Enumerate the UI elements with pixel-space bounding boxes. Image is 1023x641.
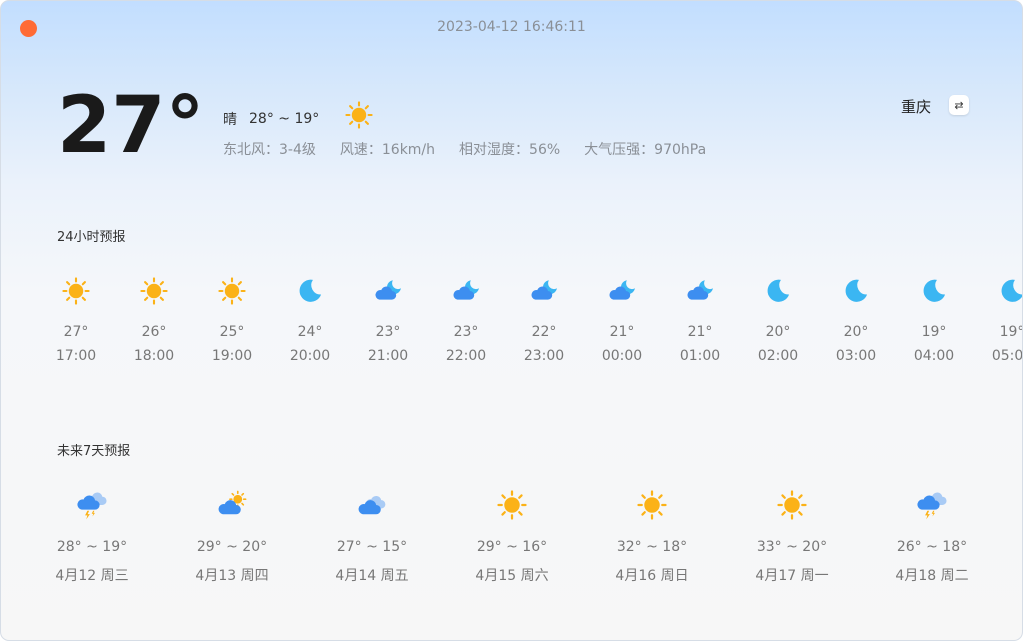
thunderstorm-icon bbox=[862, 487, 1002, 523]
daily-item: 28° ~ 19° 4月12 周三 bbox=[22, 487, 162, 585]
hourly-time: 17:00 bbox=[55, 348, 97, 364]
hourly-time: 05:00 bbox=[991, 348, 1023, 364]
daily-date: 4月13 周四 bbox=[195, 568, 269, 584]
cloudy-night-icon bbox=[349, 273, 427, 309]
sun-icon bbox=[37, 273, 115, 309]
hourly-time: 00:00 bbox=[601, 348, 643, 364]
hourly-time: 23:00 bbox=[523, 348, 565, 364]
hourly-temp: 22° bbox=[531, 324, 557, 340]
hourly-time: 18:00 bbox=[133, 348, 175, 364]
daily-date: 4月16 周日 bbox=[615, 568, 689, 584]
sun-icon bbox=[345, 101, 373, 133]
daily-item: 29° ~ 16° 4月15 周六 bbox=[442, 487, 582, 585]
hourly-temp: 21° bbox=[687, 324, 713, 340]
current-summary: 晴 28° ~ 19° bbox=[223, 101, 373, 133]
hourly-time: 02:00 bbox=[757, 348, 799, 364]
daily-temp-range: 33° ~ 20° bbox=[756, 539, 828, 555]
daily-date: 4月14 周五 bbox=[335, 568, 409, 584]
hourly-item: 27° 17:00 bbox=[37, 273, 115, 364]
hourly-time: 21:00 bbox=[367, 348, 409, 364]
daily-item: 27° ~ 15° 4月14 周五 bbox=[302, 487, 442, 585]
daily-date: 4月17 周一 bbox=[755, 568, 829, 584]
sun-icon bbox=[115, 273, 193, 309]
current-details: 东北风：3-4级 风速：16km/h 相对湿度：56% 大气压强：970hPa bbox=[223, 139, 730, 159]
city-name: 重庆 bbox=[901, 98, 932, 116]
daily-item: 29° ~ 20° 4月13 周四 bbox=[162, 487, 302, 585]
current-temperature: 27° bbox=[57, 81, 205, 171]
daily-temp-range: 27° ~ 15° bbox=[336, 539, 408, 555]
hourly-temp: 24° bbox=[297, 324, 323, 340]
daily-temp-range: 29° ~ 20° bbox=[196, 539, 268, 555]
daily-temp-range: 28° ~ 19° bbox=[56, 539, 128, 555]
hourly-item: 20° 03:00 bbox=[817, 273, 895, 364]
hourly-item: 24° 20:00 bbox=[271, 273, 349, 364]
hourly-item: 23° 22:00 bbox=[427, 273, 505, 364]
daily-item: 33° ~ 20° 4月17 周一 bbox=[722, 487, 862, 585]
hourly-item: 26° 18:00 bbox=[115, 273, 193, 364]
sun-icon bbox=[193, 273, 271, 309]
hourly-temp: 20° bbox=[843, 324, 869, 340]
moon-icon bbox=[973, 273, 1022, 309]
wind-direction: 东北风：3-4级 bbox=[223, 142, 316, 158]
daily-temp-range: 32° ~ 18° bbox=[616, 539, 688, 555]
daily-date: 4月15 周六 bbox=[475, 568, 549, 584]
hourly-temp: 19° bbox=[921, 324, 947, 340]
sun-icon bbox=[442, 487, 582, 523]
moon-icon bbox=[739, 273, 817, 309]
hourly-time: 04:00 bbox=[913, 348, 955, 364]
hourly-temp: 20° bbox=[765, 324, 791, 340]
hourly-temp: 25° bbox=[219, 324, 245, 340]
hourly-temp: 19° bbox=[999, 324, 1023, 340]
daily-temp-range: 29° ~ 16° bbox=[476, 539, 548, 555]
current-datetime: 2023-04-12 16:46:11 bbox=[437, 19, 586, 35]
switch-city-button[interactable]: ⇄ bbox=[949, 95, 969, 115]
hourly-item: 21° 00:00 bbox=[583, 273, 661, 364]
hourly-time: 20:00 bbox=[289, 348, 331, 364]
moon-icon bbox=[817, 273, 895, 309]
humidity: 相对湿度：56% bbox=[459, 142, 561, 158]
hourly-temp: 23° bbox=[453, 324, 479, 340]
hourly-item: 23° 21:00 bbox=[349, 273, 427, 364]
hourly-time: 01:00 bbox=[679, 348, 721, 364]
daily-item: 32° ~ 18° 4月16 周日 bbox=[582, 487, 722, 585]
hourly-forecast-title: 24小时预报 bbox=[57, 230, 126, 245]
air-pressure: 大气压强：970hPa bbox=[584, 142, 707, 158]
sun-icon bbox=[722, 487, 862, 523]
daily-date: 4月18 周二 bbox=[895, 568, 969, 584]
cloudy-night-icon bbox=[427, 273, 505, 309]
weather-window: 2023-04-12 16:46:11 27° 晴 28° ~ 19° 东北风：… bbox=[0, 0, 1023, 641]
hourly-item: 20° 02:00 bbox=[739, 273, 817, 364]
current-temp-range: 28° ~ 19° bbox=[249, 111, 320, 127]
current-condition: 晴 bbox=[223, 112, 237, 128]
daily-forecast-title: 未来7天预报 bbox=[57, 444, 131, 459]
thunderstorm-icon bbox=[22, 487, 162, 523]
cloudy-icon bbox=[302, 487, 442, 523]
daily-temp-range: 26° ~ 18° bbox=[896, 539, 968, 555]
hourly-item: 25° 19:00 bbox=[193, 273, 271, 364]
hourly-time: 22:00 bbox=[445, 348, 487, 364]
cloudy-night-icon bbox=[505, 273, 583, 309]
hourly-temp: 27° bbox=[63, 324, 89, 340]
hourly-forecast-list[interactable]: 27° 17:00 26° 18:00 25° 19:00 24° 20:00 23° 21:0… bbox=[37, 273, 1023, 373]
hourly-time: 03:00 bbox=[835, 348, 877, 364]
moon-icon bbox=[271, 273, 349, 309]
wind-speed: 风速：16km/h bbox=[339, 142, 436, 158]
hourly-item: 19° 05:00 bbox=[973, 273, 1023, 364]
hourly-item: 19° 04:00 bbox=[895, 273, 973, 364]
cloudy-night-icon bbox=[661, 273, 739, 309]
daily-item: 26° ~ 18° 4月18 周二 bbox=[862, 487, 1002, 585]
swap-icon: ⇄ bbox=[954, 98, 964, 112]
hourly-time: 19:00 bbox=[211, 348, 253, 364]
daily-forecast-list: 28° ~ 19° 4月12 周三 29° ~ 20° 4月13 周四 27° ~ … bbox=[22, 487, 1022, 597]
moon-icon bbox=[895, 273, 973, 309]
hourly-temp: 26° bbox=[141, 324, 167, 340]
partly-cloudy-icon bbox=[162, 487, 302, 523]
hourly-temp: 21° bbox=[609, 324, 635, 340]
sun-icon bbox=[582, 487, 722, 523]
hourly-temp: 23° bbox=[375, 324, 401, 340]
hourly-item: 22° 23:00 bbox=[505, 273, 583, 364]
hourly-item: 21° 01:00 bbox=[661, 273, 739, 364]
daily-date: 4月12 周三 bbox=[55, 568, 129, 584]
cloudy-night-icon bbox=[583, 273, 661, 309]
